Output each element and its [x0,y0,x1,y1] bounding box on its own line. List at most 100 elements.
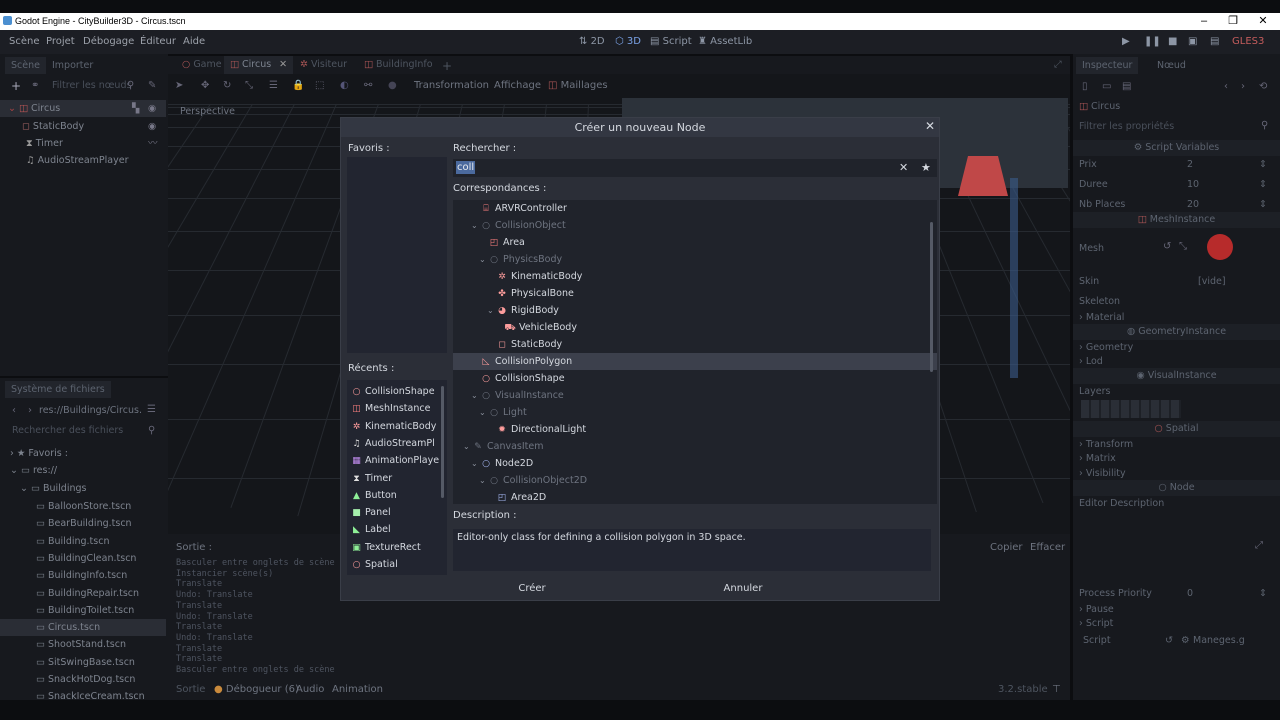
link-icon[interactable]: ⚭ [31,80,39,91]
search-input[interactable]: coll ✕ ★ [453,159,937,177]
play-scene-icon[interactable]: ▣ [1188,36,1197,47]
pause-icon[interactable]: ❚❚ [1144,36,1161,47]
scene-tab-game[interactable]: ○ Game [176,56,228,74]
path-field[interactable]: res://Buildings/Circus. [39,405,142,416]
match-item[interactable]: ⌄ ○ PhysicsBody [453,251,937,268]
spatial-section[interactable]: ○ Spatial [1073,421,1280,437]
script-variables-section[interactable]: ⚙ Script Variables [1073,140,1280,156]
rotate-tool-icon[interactable]: ↻ [223,80,231,91]
perspective-menu[interactable]: Perspective [180,106,235,117]
list-tool-icon[interactable]: ☰ [269,80,278,91]
expand-icon[interactable]: ⌄ [463,438,472,455]
window-close-icon[interactable]: ✕ [1248,14,1278,29]
favorites-list[interactable] [347,157,447,353]
match-item[interactable]: ⌄ ○ CollisionObject [453,217,937,234]
recent-item[interactable]: ▣ TextureRect [351,539,447,556]
tab-scene[interactable]: Scène [5,57,46,74]
recent-item[interactable]: ○ Spatial [351,556,447,573]
property-value[interactable]: 10 [1187,176,1199,193]
workspace-assetlib-button[interactable]: ♜ AssetLib [698,36,752,47]
bottom-tab-audio[interactable]: Audio [296,684,324,695]
match-item[interactable]: ◺ CollisionPolygon [453,353,937,370]
tree-node-timer[interactable]: ⧗ Timer 〰 [0,135,166,152]
match-item[interactable]: ⌄ ○ CollisionObject2D [453,472,937,489]
property-value[interactable]: 2 [1187,156,1193,173]
expand-icon[interactable]: ⌄ [479,404,488,421]
match-item[interactable]: ⌸ ARVRController [453,200,937,217]
play-custom-icon[interactable]: ▤ [1210,36,1219,47]
bottom-tab-output[interactable]: Sortie [176,684,205,695]
history-forward-icon[interactable]: › [1241,81,1245,92]
recent-item[interactable]: ◣ Label [351,521,447,538]
geometryinstance-section[interactable]: ◍ GeometryInstance [1073,324,1280,340]
copy-button[interactable]: Copier [990,542,1023,553]
workspace-2d-button[interactable]: ⇅ 2D [579,36,605,47]
match-item[interactable]: ✲ KinematicBody [453,268,937,285]
property-value[interactable]: 20 [1187,196,1199,213]
add-node-icon[interactable]: + [11,79,21,93]
group-icon[interactable]: ⬚ [315,80,324,91]
history-back-icon[interactable]: ‹ [1224,81,1228,92]
script-attach-icon[interactable]: ✎ [148,80,156,91]
close-icon[interactable]: ✕ [925,119,935,133]
expand-icon[interactable]: ⌄ [471,455,480,472]
expand-icon[interactable]: ⌄ [479,251,488,268]
favorites-item[interactable]: › ★ Favoris : [0,445,166,462]
save-icon[interactable]: ▤ [1122,81,1131,92]
recent-item[interactable]: ♫ AudioStreamPl [351,435,447,452]
recent-item[interactable]: ◫ MeshInstance [351,400,447,417]
match-item[interactable]: ✹ DirectionalLight [453,421,937,438]
file-item[interactable]: ▭ BuildingToilet.tscn [0,602,166,619]
expand-editor-icon[interactable]: ⤢ [1255,540,1263,551]
file-item[interactable]: ▭ BuildingClean.tscn [0,550,166,567]
scene-tab-circus[interactable]: ◫ Circus ✕ [224,56,294,74]
expand-icon[interactable]: ⌄ [479,472,488,489]
property-value[interactable]: [vide] [1198,273,1226,290]
match-item[interactable]: ◰ Area [453,234,937,251]
scale-tool-icon[interactable]: ⤡ [245,80,253,91]
folder-buildings[interactable]: ⌄ ▭ Buildings [0,480,166,497]
file-item[interactable]: ▭ BalloonStore.tscn [0,498,166,515]
recent-item[interactable]: ○ CollisionShape [351,383,447,400]
match-item[interactable]: ⌄ ○ Light [453,404,937,421]
tree-node-audiostreamplayer[interactable]: ♫ AudioStreamPlayer [0,152,166,169]
transform-menu[interactable]: Transformation [414,80,489,91]
property-value[interactable]: 0 [1187,585,1193,602]
file-item[interactable]: ▭ ShootStand.tscn [0,636,166,653]
minimize-icon[interactable]: – [1189,14,1219,29]
folder-root[interactable]: ⌄ ▭ res:// [0,462,166,479]
meshinstance-section[interactable]: ◫ MeshInstance [1073,212,1280,228]
match-item[interactable]: ⌄ ○ VisualInstance [453,387,937,404]
maximize-icon[interactable]: ❐ [1218,14,1248,29]
tab-node[interactable]: Nœud [1151,57,1192,74]
file-search-input[interactable]: Rechercher des fichiers [12,425,123,436]
menu-editor[interactable]: Éditeur [140,36,176,47]
menu-project[interactable]: Projet [46,36,75,47]
view-menu[interactable]: Affichage [494,80,541,91]
load-resource-icon[interactable]: ▭ [1102,81,1111,92]
renderer-button[interactable]: GLES3 [1232,36,1264,47]
mesh-preview[interactable] [1207,234,1233,260]
pin-icon[interactable]: ⊤ [1052,684,1061,695]
spinner-icon[interactable]: ⇕ [1259,196,1267,213]
workspace-script-button[interactable]: ▤ Script [650,36,692,47]
match-item[interactable]: ◰ Area2D [453,489,937,504]
workspace-3d-button[interactable]: ⬡ 3D [615,36,641,47]
spinner-icon[interactable]: ⇕ [1259,585,1267,602]
property-value[interactable]: Maneges.g [1193,632,1245,649]
matches-scrollbar[interactable] [930,222,933,372]
file-item[interactable]: ▭ Circus.tscn [0,619,166,637]
menu-help[interactable]: Aide [183,36,205,47]
recent-scrollbar[interactable] [441,386,444,498]
clear-search-icon[interactable]: ✕ [899,161,908,174]
spinner-icon[interactable]: ⇕ [1259,176,1267,193]
new-resource-icon[interactable]: ▯ [1082,81,1088,92]
lock-icon[interactable]: 🔒 [292,80,304,91]
signal-icon[interactable]: 〰 [148,135,158,152]
file-item[interactable]: ▭ SnackIceCream.tscn [0,688,166,705]
file-item[interactable]: ▭ BuildingRepair.tscn [0,585,166,602]
node-filter-input[interactable]: Filtrer les nœuds [52,80,137,94]
recent-item[interactable]: ■ Panel [351,504,447,521]
select-tool-icon[interactable]: ➤ [175,80,183,91]
tab-import[interactable]: Importer [46,57,99,74]
